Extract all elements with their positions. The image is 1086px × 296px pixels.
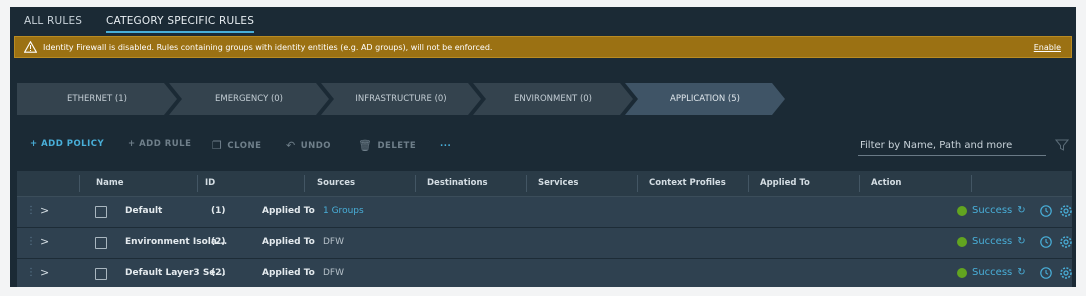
category-application[interactable]: APPLICATION (5): [625, 83, 785, 115]
status-badge: Success ↻: [957, 236, 1026, 247]
delete-button[interactable]: 🗑 DELETE: [358, 139, 416, 152]
row-checkbox[interactable]: [95, 268, 107, 280]
applied-to-label: Applied To: [262, 206, 315, 216]
chevron-right-icon[interactable]: >: [40, 235, 49, 248]
policy-toolbar: + ADD POLICY + ADD RULE ❐ CLONE ↶ UNDO 🗑 DE…: [10, 135, 1076, 156]
identity-firewall-warning-banner: Identity Firewall is disabled. Rules con…: [14, 36, 1072, 58]
chevron-right-icon[interactable]: >: [40, 204, 49, 217]
category-label: APPLICATION (5): [670, 94, 740, 104]
enable-link[interactable]: Enable: [1034, 43, 1061, 52]
policy-id: (2): [211, 237, 226, 247]
app-window: ALL RULES CATEGORY SPECIFIC RULES Identi…: [10, 7, 1076, 287]
more-actions-button[interactable]: ...: [440, 139, 451, 149]
applied-to-groups-link[interactable]: 1 Groups: [323, 206, 364, 216]
category-label: ENVIRONMENT (0): [513, 94, 592, 104]
category-environment[interactable]: ENVIRONMENT (0): [473, 83, 633, 115]
drag-handle-icon[interactable]: ⋮: [26, 236, 36, 247]
table-row[interactable]: ⋮ > Default Layer3 Se... (2) Applied To …: [17, 259, 1072, 287]
history-icon[interactable]: [1039, 204, 1053, 218]
column-header-services[interactable]: Services: [538, 171, 578, 196]
applied-to-label: Applied To: [262, 237, 315, 247]
column-divider: [415, 175, 416, 192]
column-divider: [748, 175, 749, 192]
filter-icon[interactable]: [1054, 137, 1070, 151]
filter-field: [858, 135, 1046, 156]
column-header-sources[interactable]: Sources: [317, 171, 355, 196]
clone-icon: ❐: [212, 139, 223, 152]
banner-message: Identity Firewall is disabled. Rules con…: [43, 42, 493, 52]
category-infrastructure[interactable]: INFRASTRUCTURE (0): [321, 83, 481, 115]
column-header-action[interactable]: Action: [871, 171, 902, 196]
trash-icon: 🗑: [358, 139, 373, 152]
column-divider: [304, 175, 305, 192]
rules-table: Name ID Sources Destinations Services Co…: [17, 171, 1072, 287]
policy-id: (2): [211, 268, 226, 278]
applied-to-value: DFW: [323, 268, 345, 278]
tab-category-specific-rules[interactable]: CATEGORY SPECIFIC RULES: [106, 15, 255, 33]
refresh-icon[interactable]: ↻: [1017, 267, 1025, 278]
column-header-name[interactable]: Name: [96, 171, 123, 196]
category-label: INFRASTRUCTURE (0): [355, 94, 447, 104]
add-policy-button[interactable]: + ADD POLICY: [30, 139, 104, 149]
category-label: EMERGENCY (0): [214, 94, 284, 104]
column-header-id[interactable]: ID: [205, 171, 215, 196]
drag-handle-icon[interactable]: ⋮: [26, 267, 36, 278]
column-header-applied-to[interactable]: Applied To: [760, 171, 810, 196]
row-checkbox[interactable]: [95, 206, 107, 218]
warning-icon: [23, 40, 37, 54]
undo-icon: ↶: [286, 139, 296, 152]
column-divider: [197, 175, 198, 192]
table-header: Name ID Sources Destinations Services Co…: [17, 171, 1072, 197]
clone-button[interactable]: ❐ CLONE: [212, 139, 261, 152]
table-row[interactable]: ⋮ > Environment Isola... (2) Applied To …: [17, 228, 1072, 259]
column-divider: [526, 175, 527, 192]
gear-icon[interactable]: [1059, 266, 1073, 280]
add-rule-button[interactable]: + ADD RULE: [128, 139, 191, 149]
category-label: ETHERNET (1): [67, 94, 127, 104]
status-text: Success: [972, 205, 1013, 216]
column-header-context-profiles[interactable]: Context Profiles: [649, 171, 726, 196]
success-dot-icon: [957, 236, 967, 247]
success-dot-icon: [957, 205, 967, 216]
column-header-destinations[interactable]: Destinations: [427, 171, 488, 196]
applied-to-value: DFW: [323, 237, 345, 247]
column-divider: [971, 175, 972, 192]
status-text: Success: [972, 236, 1013, 247]
column-divider: [859, 175, 860, 192]
policy-id: (1): [211, 206, 226, 216]
category-emergency[interactable]: EMERGENCY (0): [169, 83, 329, 115]
row-checkbox[interactable]: [95, 237, 107, 249]
tab-all-rules[interactable]: ALL RULES: [24, 15, 82, 31]
column-divider: [79, 175, 80, 192]
rule-tabs: ALL RULES CATEGORY SPECIFIC RULES: [10, 7, 1076, 35]
drag-handle-icon[interactable]: ⋮: [26, 205, 36, 216]
status-badge: Success ↻: [957, 205, 1026, 216]
gear-icon[interactable]: [1059, 235, 1073, 249]
policy-name: Default: [125, 206, 163, 216]
history-icon[interactable]: [1039, 266, 1053, 280]
history-icon[interactable]: [1039, 235, 1053, 249]
category-ethernet[interactable]: ETHERNET (1): [17, 83, 177, 115]
filter-input[interactable]: [858, 139, 1042, 151]
refresh-icon[interactable]: ↻: [1017, 205, 1025, 216]
column-divider: [637, 175, 638, 192]
applied-to-label: Applied To: [262, 268, 315, 278]
gear-icon[interactable]: [1059, 204, 1073, 218]
undo-button[interactable]: ↶ UNDO: [286, 139, 331, 152]
chevron-right-icon[interactable]: >: [40, 266, 49, 279]
refresh-icon[interactable]: ↻: [1017, 236, 1025, 247]
status-text: Success: [972, 267, 1013, 278]
status-badge: Success ↻: [957, 267, 1026, 278]
category-breadcrumb: ETHERNET (1) EMERGENCY (0) INFRASTRUCTUR…: [17, 83, 797, 115]
table-row[interactable]: ⋮ > Default (1) Applied To 1 Groups Succ…: [17, 197, 1072, 228]
success-dot-icon: [957, 267, 967, 278]
